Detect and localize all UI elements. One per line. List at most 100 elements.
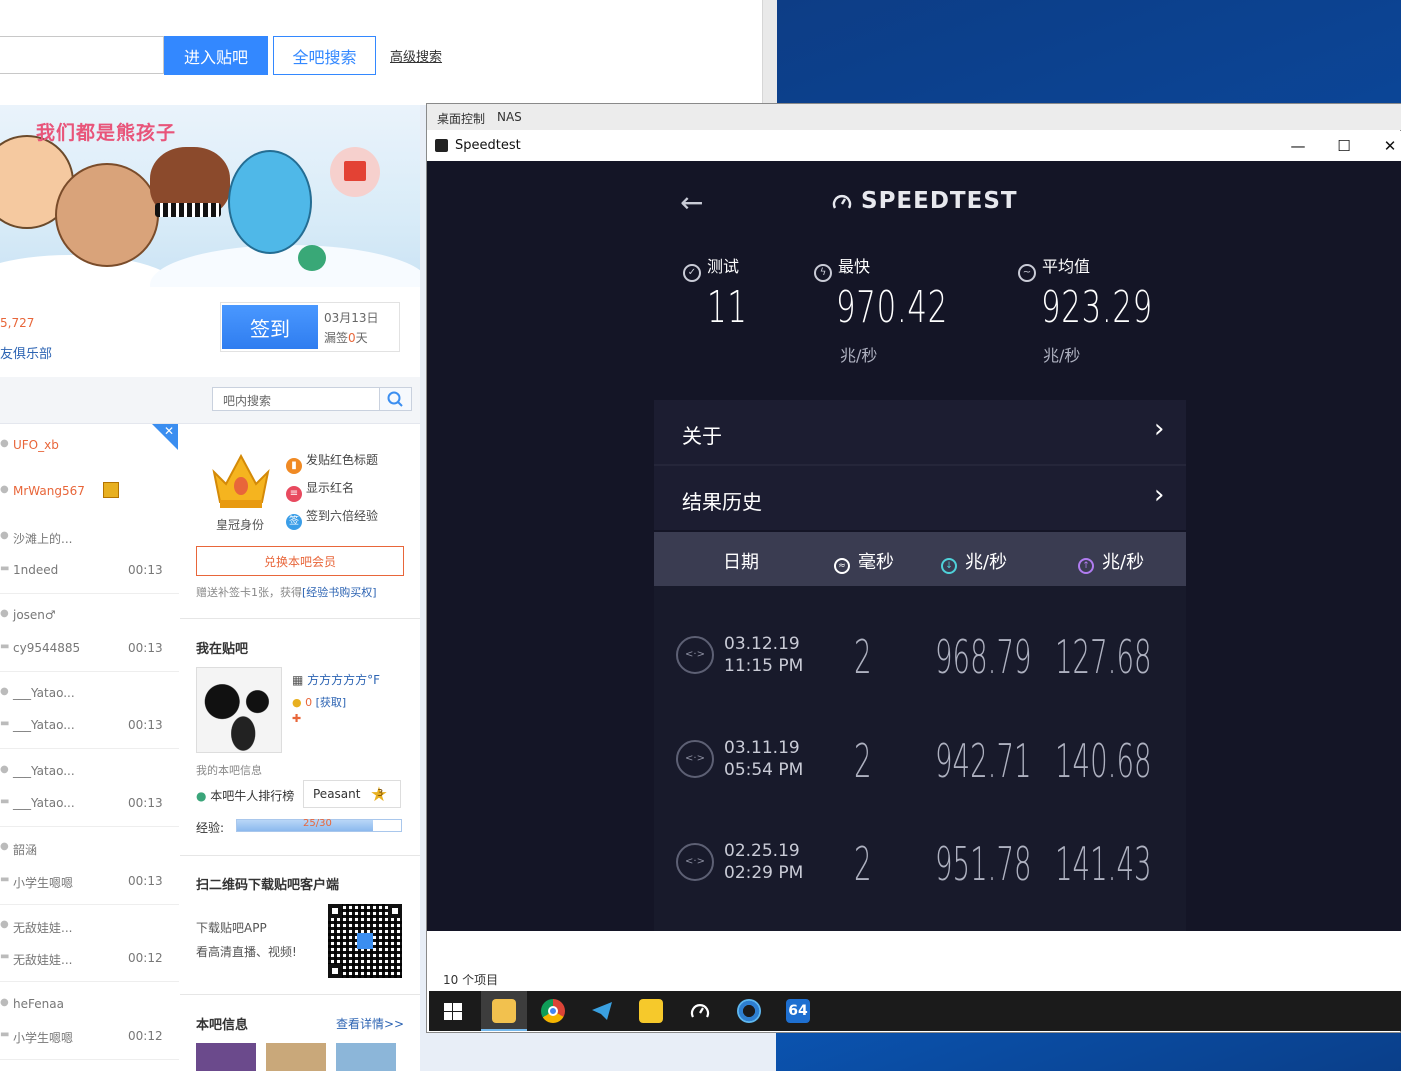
user-name[interactable]: 无敌娃娃... xyxy=(13,951,72,968)
history-row[interactable]: <·> 02.25.19 02:29 PM 2 951.78 141.43 xyxy=(654,803,1186,907)
perk-exp: 签签到六倍经验 xyxy=(286,507,378,530)
user-name[interactable]: 无敌娃娃... xyxy=(13,919,72,936)
potplayer-icon[interactable] xyxy=(639,999,663,1023)
result-date: 03.11.19 xyxy=(724,738,800,758)
user-name[interactable]: 小学生嗯嗯 xyxy=(13,874,73,891)
my-info-label: 我的本吧信息 xyxy=(196,764,262,777)
result-download: 968.79 xyxy=(935,630,1032,684)
stat-average-unit: 兆/秒 xyxy=(1043,346,1081,365)
menu-about[interactable]: 关于 › xyxy=(654,400,1186,464)
close-icon[interactable]: ✕ xyxy=(164,424,174,438)
user-name[interactable]: ___Yatao... xyxy=(13,796,75,810)
close-window-button[interactable]: ✕ xyxy=(1367,134,1401,158)
coin-icon: ● xyxy=(292,696,306,709)
user-name[interactable]: ___Yatao... xyxy=(13,764,75,778)
user-name[interactable]: ___Yatao... xyxy=(13,718,75,732)
divider xyxy=(0,981,179,982)
ping-icon: ≈ xyxy=(834,558,850,574)
user-icon: ● xyxy=(0,438,9,449)
result-download: 951.78 xyxy=(935,837,1032,891)
post-time: 00:13 xyxy=(128,796,163,810)
user-name[interactable]: ___Yatao... xyxy=(13,686,75,700)
perk-red-name: ≡ 显示红名 xyxy=(286,479,354,502)
menu-history[interactable]: 结果历史 › xyxy=(654,466,1186,530)
comment-icon: ▬ xyxy=(0,641,10,652)
result-download: 942.71 xyxy=(935,734,1032,788)
redeem-member-button[interactable]: 兑换本吧会员 xyxy=(196,546,404,576)
minimize-button[interactable]: — xyxy=(1275,134,1321,158)
member-thumbnail[interactable] xyxy=(196,1043,256,1071)
exp-text: 25/30 xyxy=(303,818,332,829)
user-name[interactable]: 1ndeed xyxy=(13,563,58,577)
windows-start-icon[interactable] xyxy=(441,999,465,1023)
bar-info-title: 本吧信息 xyxy=(196,1018,249,1033)
history-row[interactable]: <·> 03.12.19 11:15 PM 2 968.79 127.68 xyxy=(654,596,1186,700)
speedtest-logo-icon xyxy=(832,195,852,209)
telegram-icon[interactable] xyxy=(590,999,614,1023)
stat-average-value: 923.29 xyxy=(1041,282,1153,333)
history-row[interactable]: <·> 03.11.19 05:54 PM 2 942.71 140.68 xyxy=(654,700,1186,804)
user-name[interactable]: MrWang567 xyxy=(13,484,85,498)
app-title: Speedtest xyxy=(455,138,521,153)
remote-tabbar: 桌面控制 NAS xyxy=(427,104,1401,130)
user-icon: ● xyxy=(0,608,9,619)
exp-label: 经验: xyxy=(196,821,225,835)
tab-desktop-control[interactable]: 桌面控制 xyxy=(437,110,485,127)
divider xyxy=(0,748,179,749)
user-name[interactable]: UFO_xb xyxy=(13,438,59,452)
member-note: 赠送补签卡1张，获得[经验书购买权] xyxy=(196,586,377,599)
user-name[interactable]: josen♂ xyxy=(13,608,56,622)
file-explorer-icon[interactable] xyxy=(492,999,516,1023)
avatar[interactable] xyxy=(196,667,282,753)
tieba-search-input[interactable] xyxy=(0,36,164,74)
search-all-button[interactable]: 全吧搜索 xyxy=(273,36,376,75)
post-time: 00:12 xyxy=(128,1029,163,1043)
user-name[interactable]: cy9544885 xyxy=(13,641,80,655)
speedtest-app-icon xyxy=(435,139,448,152)
stat-average-label: ~ 平均值 xyxy=(1018,253,1090,282)
user-icon: ● xyxy=(0,484,9,495)
history-header: 日期 ≈ 毫秒 ↓ 兆/秒 ↑ 兆/秒 xyxy=(654,532,1186,586)
comment-icon: ▬ xyxy=(0,874,10,885)
divider xyxy=(0,1059,179,1060)
user-name[interactable]: 沙滩上的... xyxy=(13,530,72,547)
stat-tests-label: ✓ 测试 xyxy=(683,253,739,282)
get-coins-link[interactable]: [获取] xyxy=(316,696,347,709)
speedtest-icon[interactable] xyxy=(688,999,712,1023)
gift-icon[interactable] xyxy=(330,147,380,197)
cartoon-fish-icon xyxy=(228,150,312,254)
user-name[interactable]: heFenaa xyxy=(13,997,64,1011)
upload-icon: ↑ xyxy=(1078,558,1094,574)
qr-line2: 看高清直播、视频! xyxy=(196,945,297,959)
exp-book-link[interactable]: [经验书购买权] xyxy=(302,586,377,599)
member-thumbnail[interactable] xyxy=(266,1043,326,1071)
network-icon[interactable] xyxy=(737,999,761,1023)
inner-search-button[interactable] xyxy=(379,387,412,411)
my-coins: ● 0 [获取] xyxy=(292,696,347,709)
inner-search-input[interactable]: 吧内搜索 xyxy=(212,387,380,411)
my-username[interactable]: ▦ 方方方方方°F xyxy=(292,671,380,688)
club-link[interactable]: 友俱乐部 xyxy=(0,343,52,362)
rank-link[interactable]: ● 本吧牛人排行榜 xyxy=(196,787,294,804)
advanced-search-link[interactable]: 高级搜索 xyxy=(390,46,442,65)
tab-nas[interactable]: NAS xyxy=(497,110,522,124)
member-thumbnail[interactable] xyxy=(336,1043,396,1071)
header-date: 日期 xyxy=(723,552,759,573)
chrome-icon[interactable] xyxy=(541,999,565,1023)
user-name[interactable]: 小学生嗯嗯 xyxy=(13,1029,73,1046)
sign-in-button[interactable]: 签到 xyxy=(222,305,318,349)
back-arrow-icon[interactable]: ← xyxy=(680,186,703,219)
divider xyxy=(0,593,179,594)
maximize-button[interactable]: ☐ xyxy=(1321,134,1367,158)
user-icon: ● xyxy=(0,764,9,775)
header-ping: ≈ 毫秒 xyxy=(834,548,894,574)
online-user-list: ● UFO_xb ● MrWang567 ● 沙滩上的... ▬ 1ndeed 00:13 ● jo… xyxy=(0,424,181,1071)
more-details-link[interactable]: 查看详情>> xyxy=(336,1015,404,1032)
item-count: 10 个项目 xyxy=(443,973,499,987)
user-name[interactable]: 韶涵 xyxy=(13,841,37,858)
wave-icon: ~ xyxy=(1018,264,1036,282)
browser-scrollbar[interactable] xyxy=(762,0,777,105)
enter-tieba-button[interactable]: 进入贴吧 xyxy=(164,36,268,75)
aida64-icon[interactable]: 64 xyxy=(786,999,810,1023)
result-time: 05:54 PM xyxy=(724,760,804,780)
